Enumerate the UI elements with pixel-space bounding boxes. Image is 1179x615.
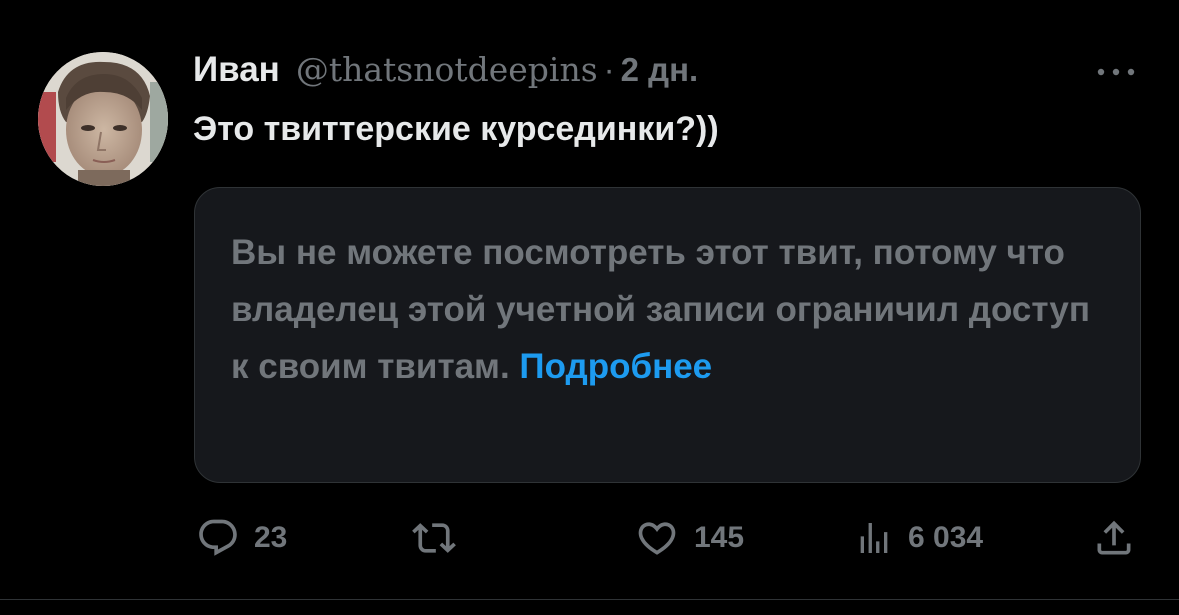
separator-dot: · bbox=[603, 51, 615, 88]
tweet-divider bbox=[0, 599, 1179, 600]
share-button[interactable] bbox=[1092, 508, 1136, 568]
author-name[interactable]: Иван bbox=[193, 50, 280, 90]
like-button[interactable]: 145 bbox=[634, 508, 744, 568]
retweet-icon bbox=[412, 523, 456, 553]
heart-icon bbox=[638, 522, 676, 555]
tweet-header: Иван @thatsnotdeepins · 2 дн. bbox=[193, 50, 698, 96]
unavailable-tweet-card: Вы не можете посмотреть этот твит, потом… bbox=[194, 187, 1141, 483]
retweet-button[interactable] bbox=[410, 508, 472, 568]
views-chart-icon bbox=[860, 523, 888, 553]
views-button[interactable]: 6 034 bbox=[854, 508, 983, 568]
more-dots-icon bbox=[1097, 68, 1135, 76]
more-button[interactable] bbox=[1092, 62, 1140, 82]
tweet-text: Это твиттерские курсединки?)) bbox=[193, 110, 719, 148]
learn-more-link[interactable]: Подробнее bbox=[519, 347, 712, 386]
author-handle[interactable]: @thatsnotdeepins bbox=[296, 50, 598, 89]
reply-icon bbox=[199, 519, 237, 556]
tweet[interactable]: Иван @thatsnotdeepins · 2 дн. Это твитте… bbox=[0, 0, 1179, 600]
avatar[interactable] bbox=[38, 52, 168, 186]
avatar-image bbox=[38, 52, 168, 186]
views-count: 6 034 bbox=[908, 521, 984, 554]
unavailable-notice: Вы не можете посмотреть этот твит, потом… bbox=[231, 224, 1091, 395]
reply-count: 23 bbox=[254, 521, 288, 554]
like-count: 145 bbox=[694, 521, 745, 554]
tweet-timestamp[interactable]: 2 дн. bbox=[621, 51, 699, 89]
tweet-actions: 23 145 6 034 bbox=[0, 508, 1179, 568]
reply-button[interactable]: 23 bbox=[196, 508, 287, 568]
share-icon bbox=[1097, 520, 1131, 555]
